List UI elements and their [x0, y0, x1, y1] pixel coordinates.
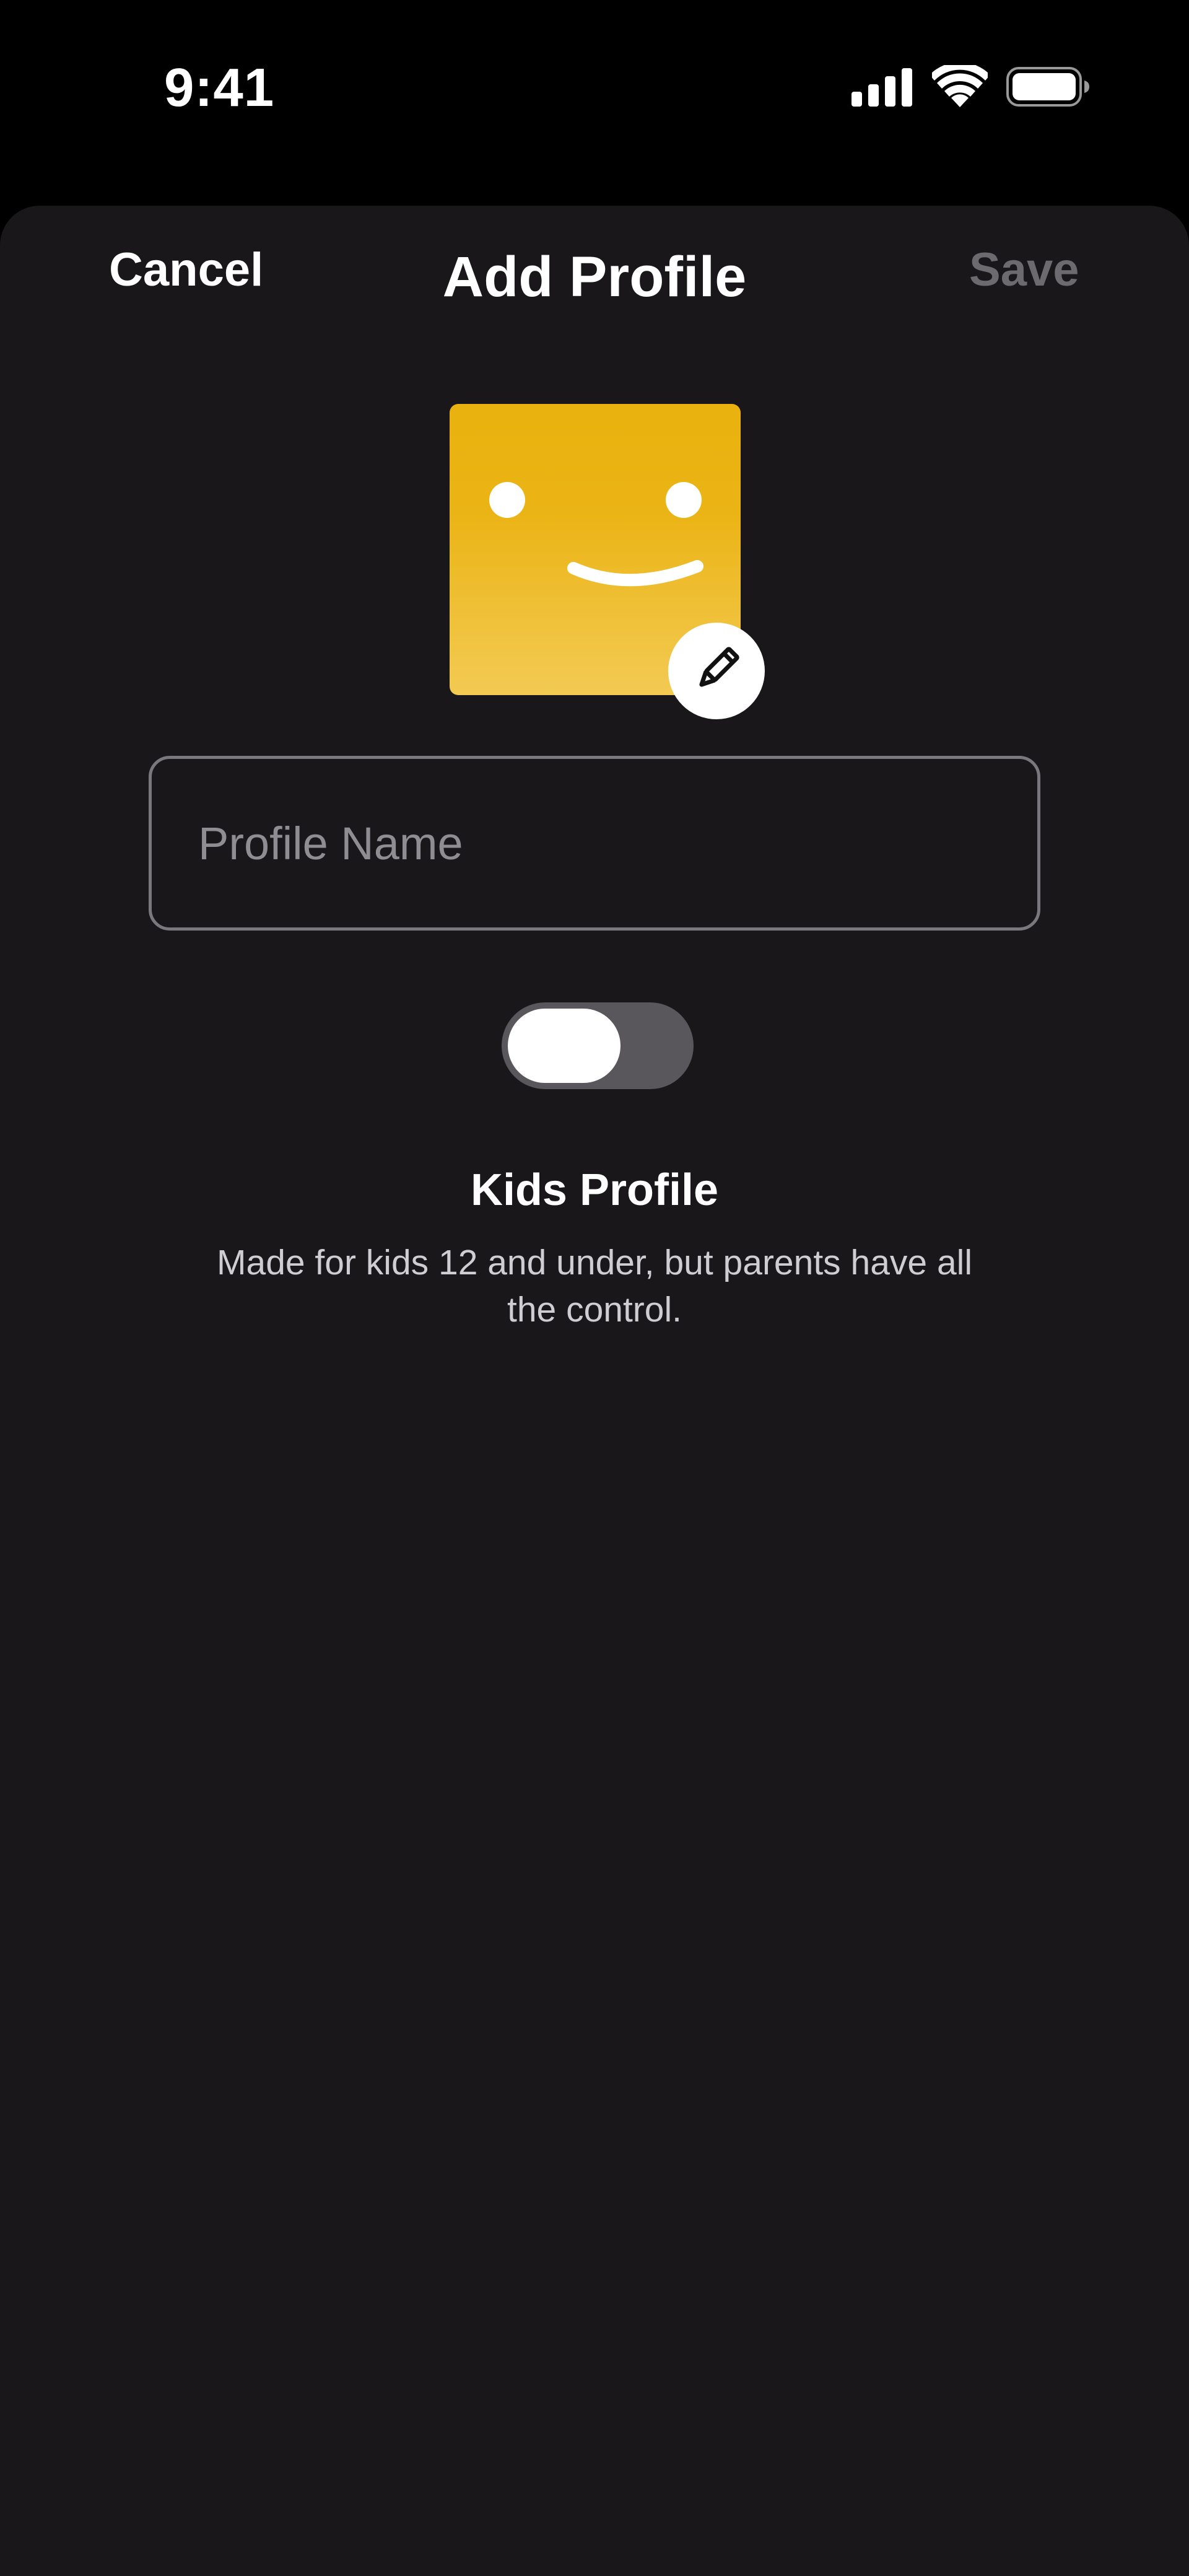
kids-profile-title: Kids Profile [470, 1165, 719, 1215]
save-button[interactable]: Save [969, 243, 1079, 297]
edit-avatar-button[interactable] [668, 623, 765, 719]
status-time: 9:41 [164, 58, 275, 118]
wifi-icon [930, 62, 990, 110]
pencil-icon [692, 645, 741, 698]
status-bar: 9:41 [0, 0, 1189, 204]
kids-profile-toggle[interactable] [502, 1002, 694, 1089]
battery-icon [1006, 67, 1090, 110]
signal-icon [851, 68, 913, 110]
profile-name-input[interactable] [149, 756, 1040, 931]
toggle-knob [508, 1009, 621, 1083]
kids-profile-description: Made for kids 12 and under, but parents … [217, 1243, 972, 1330]
